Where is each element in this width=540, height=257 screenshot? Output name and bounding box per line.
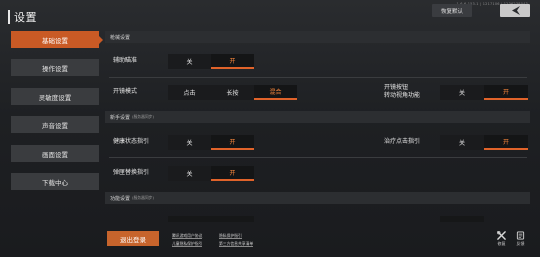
sidebar-item-downloads[interactable]: 下载中心 bbox=[11, 173, 99, 190]
repair-label: 修复 bbox=[497, 241, 506, 246]
section-title: 枪械设置 bbox=[110, 34, 131, 41]
clip-guide-on[interactable]: 开 bbox=[211, 166, 254, 181]
child-privacy-link[interactable]: 儿童隐私保护指引 bbox=[172, 241, 203, 247]
section-title: 功能设置 bbox=[110, 195, 131, 202]
feedback-label: 反馈 bbox=[516, 241, 525, 246]
repair-button[interactable]: 修复 bbox=[497, 231, 506, 247]
reset-default-button[interactable]: 恢复默认 bbox=[432, 4, 472, 17]
scope-mode-mixed[interactable]: 混合 bbox=[254, 85, 297, 100]
privacy-guide-link[interactable]: 隐私保护指引 bbox=[219, 233, 242, 239]
scope-button-label: 开镜按钮 转动视角功能 bbox=[384, 84, 421, 99]
sidebar-item-sensitivity[interactable]: 灵敏度设置 bbox=[11, 88, 99, 105]
section-header-novice: 新手设置 (服务器同步) bbox=[105, 111, 530, 123]
sidebar-item-label: 下载中心 bbox=[42, 178, 68, 187]
health-guide-off[interactable]: 关 bbox=[168, 135, 211, 150]
feedback-button[interactable]: 反馈 bbox=[516, 231, 525, 247]
feedback-icon bbox=[516, 231, 525, 240]
treatment-guide-label: 治疗点击指引 bbox=[384, 138, 421, 145]
sidebar-item-label: 基础设置 bbox=[42, 36, 68, 45]
title-accent-bar bbox=[8, 10, 10, 24]
sidebar-item-sound[interactable]: 声音设置 bbox=[11, 116, 99, 133]
sidebar-item-label: 声音设置 bbox=[42, 121, 68, 130]
treatment-guide-on[interactable]: 开 bbox=[484, 135, 528, 150]
section-subtitle: (服务器同步) bbox=[132, 195, 154, 200]
divider bbox=[109, 157, 527, 158]
sidebar-item-basic[interactable]: 基础设置 bbox=[11, 31, 103, 48]
scope-button-off[interactable]: 关 bbox=[440, 85, 484, 100]
user-agreement-link[interactable]: 腾讯游戏用户协议 bbox=[172, 233, 203, 239]
page-title: 设置 bbox=[14, 11, 37, 24]
section-subtitle: (服务器同步) bbox=[132, 114, 154, 119]
health-guide-label: 健康状态指引 bbox=[113, 138, 150, 145]
clip-guide-off[interactable]: 关 bbox=[168, 166, 211, 181]
scope-button-on[interactable]: 开 bbox=[484, 85, 528, 100]
treatment-guide-toggle: 关 开 bbox=[440, 135, 528, 150]
section-title: 新手设置 bbox=[110, 114, 131, 121]
scope-mode-hold[interactable]: 长按 bbox=[211, 85, 254, 100]
clip-guide-label: 弹匣替换指引 bbox=[113, 169, 150, 176]
section-header-function: 功能设置 (服务器同步) bbox=[105, 192, 530, 204]
divider bbox=[109, 77, 527, 78]
aim-assist-off[interactable]: 关 bbox=[168, 54, 211, 69]
scope-mode-label: 开镜模式 bbox=[113, 88, 138, 95]
treatment-guide-off[interactable]: 关 bbox=[440, 135, 484, 150]
scope-mode-toggle: 点击 长按 混合 bbox=[168, 85, 297, 100]
aim-assist-on[interactable]: 开 bbox=[211, 54, 254, 69]
sidebar-item-label: 灵敏度设置 bbox=[38, 93, 72, 102]
health-guide-on[interactable]: 开 bbox=[211, 135, 254, 150]
sidebar-item-graphics[interactable]: 画面设置 bbox=[11, 145, 99, 162]
repair-tool-icon bbox=[497, 231, 506, 240]
sidebar-item-label: 画面设置 bbox=[42, 150, 68, 159]
sidebar-item-controls[interactable]: 操作设置 bbox=[11, 59, 99, 76]
aim-assist-label: 辅助瞄准 bbox=[113, 57, 138, 64]
sidebar-item-label: 操作设置 bbox=[42, 64, 68, 73]
scope-mode-click[interactable]: 点击 bbox=[168, 85, 211, 100]
scope-button-toggle: 关 开 bbox=[440, 85, 528, 100]
partial-toggle bbox=[440, 216, 484, 222]
aim-assist-toggle: 关 开 bbox=[168, 54, 254, 69]
back-button[interactable] bbox=[500, 4, 530, 17]
section-header-weapon: 枪械设置 bbox=[105, 31, 530, 43]
third-party-list-link[interactable]: 第三方信息共享清单 bbox=[219, 241, 254, 247]
partial-toggle bbox=[168, 216, 254, 222]
clip-guide-toggle: 关 开 bbox=[168, 166, 254, 181]
logout-button[interactable]: 退出登录 bbox=[107, 231, 159, 246]
back-arrow-icon bbox=[512, 6, 520, 15]
page-title-group: 设置 bbox=[8, 9, 37, 25]
health-guide-toggle: 关 开 bbox=[168, 135, 254, 150]
